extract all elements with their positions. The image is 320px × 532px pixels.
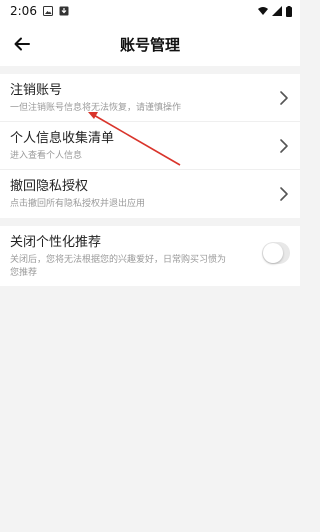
status-right — [258, 5, 292, 17]
status-left: 2:06 — [10, 4, 69, 18]
personalization-card: 关闭个性化推荐 关闭后，您将无法根据您的兴趣爱好，日常购买习惯为您推荐 — [0, 226, 300, 286]
chevron-right-icon — [280, 91, 288, 105]
image-notification-icon — [42, 6, 53, 16]
menu-item-desc: 一但注销账号信息将无法恢复，请谨慎操作 — [10, 103, 182, 113]
menu-item-title: 个人信息收集清单 — [10, 131, 115, 146]
personalization-setting: 关闭个性化推荐 关闭后，您将无法根据您的兴趣爱好，日常购买习惯为您推荐 — [0, 226, 300, 286]
battery-icon — [286, 5, 292, 17]
menu-item-desc: 点击撤回所有隐私授权并退出应用 — [10, 199, 146, 209]
back-button[interactable] — [10, 32, 34, 56]
toggle-knob — [263, 243, 283, 263]
signal-icon — [272, 6, 282, 16]
chevron-right-icon — [280, 187, 288, 201]
arrow-left-icon — [14, 37, 30, 51]
status-bar: 2:06 — [0, 0, 300, 22]
menu-item-title: 注销账号 — [10, 83, 63, 98]
personalization-desc: 关闭后，您将无法根据您的兴趣爱好，日常购买习惯为您推荐 — [10, 255, 227, 278]
page-title: 账号管理 — [119, 35, 180, 54]
navigation-bar: 账号管理 — [0, 22, 300, 66]
menu-item-title: 撤回隐私授权 — [10, 179, 89, 194]
menu-item-personal-info-list[interactable]: 个人信息收集清单 进入查看个人信息 — [0, 122, 300, 170]
wifi-icon — [258, 7, 268, 15]
personalization-title: 关闭个性化推荐 — [10, 235, 102, 250]
menu-item-revoke-privacy[interactable]: 撤回隐私授权 点击撤回所有隐私授权并退出应用 — [0, 170, 300, 218]
chevron-right-icon — [280, 139, 288, 153]
menu-item-desc: 进入查看个人信息 — [10, 151, 83, 161]
download-notification-icon — [59, 6, 69, 16]
menu-item-cancel-account[interactable]: 注销账号 一但注销账号信息将无法恢复，请谨慎操作 — [0, 74, 300, 122]
account-menu-card: 注销账号 一但注销账号信息将无法恢复，请谨慎操作 个人信息收集清单 进入查看个人… — [0, 74, 300, 218]
status-time: 2:06 — [10, 4, 37, 18]
personalization-toggle[interactable] — [262, 242, 290, 264]
